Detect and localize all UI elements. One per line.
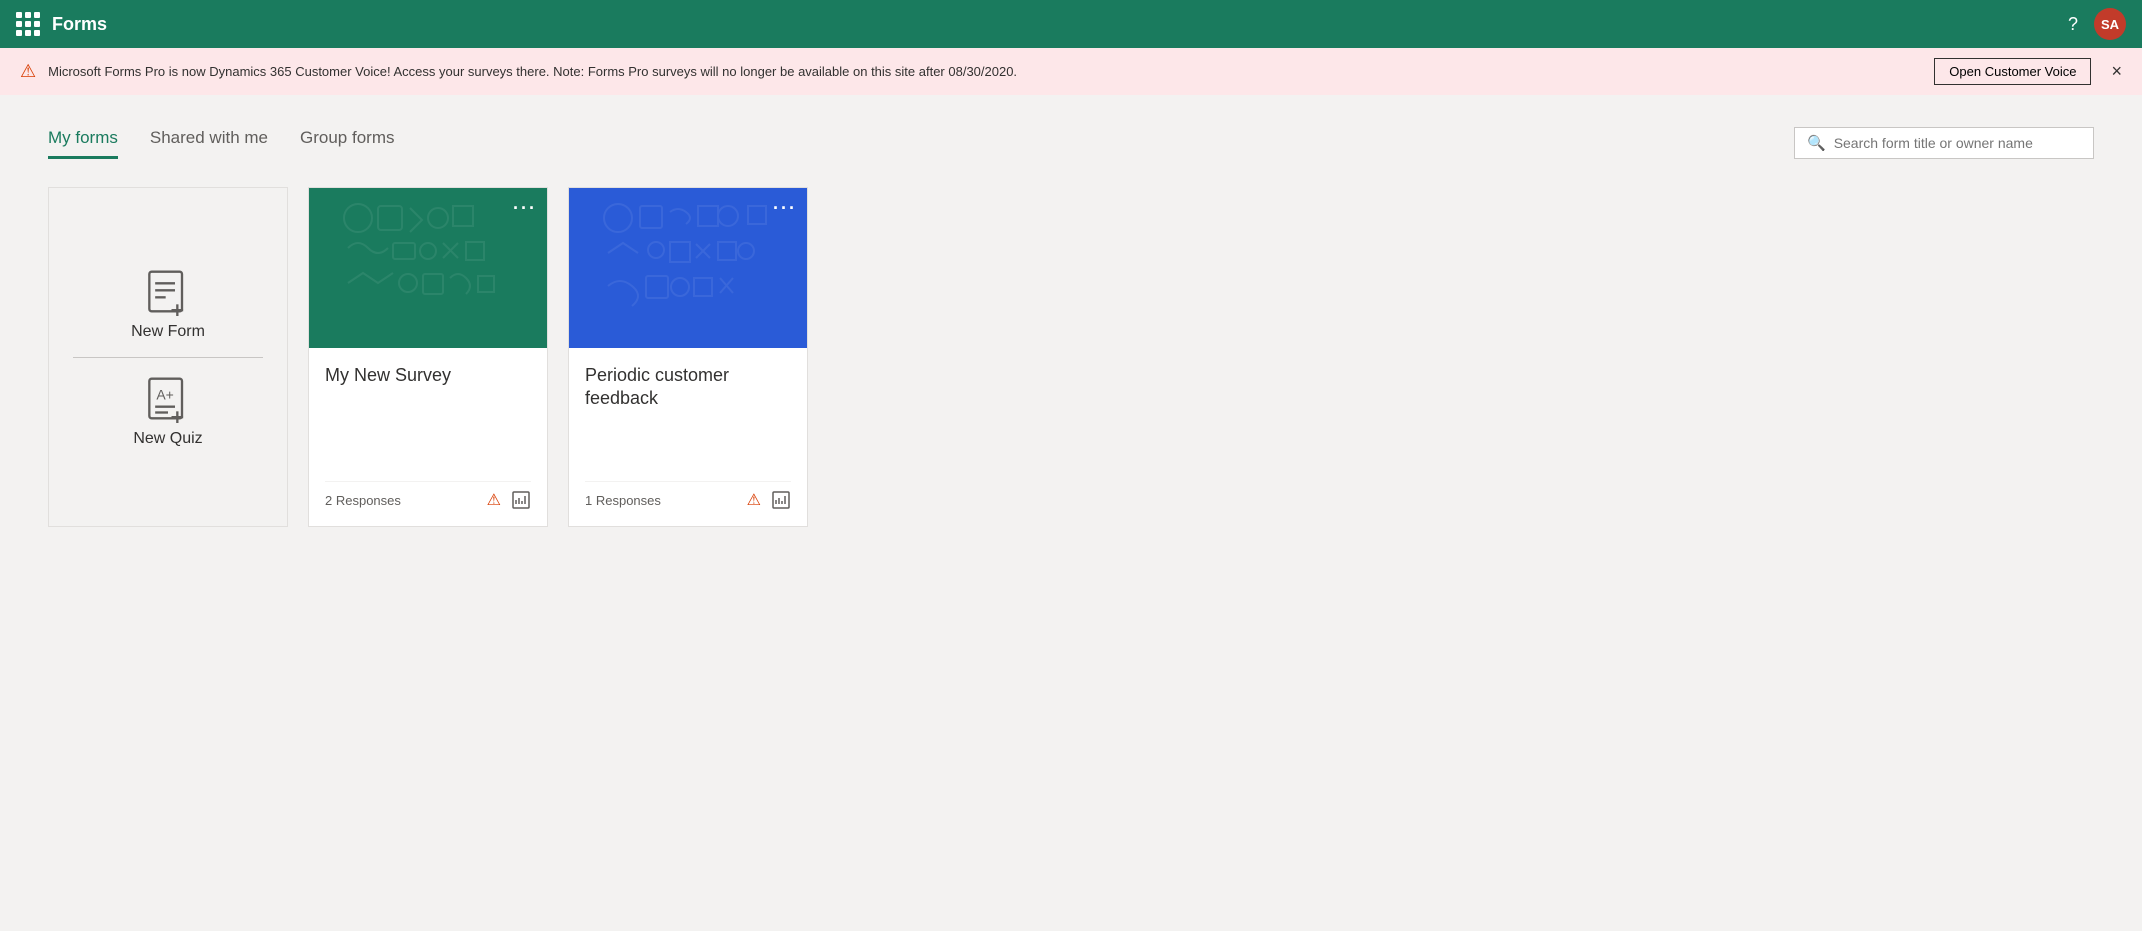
open-customer-voice-button[interactable]: Open Customer Voice xyxy=(1934,58,2091,85)
new-form-card[interactable]: New Form A+ New Quiz xyxy=(48,187,288,527)
chart-icon-2 xyxy=(771,490,791,510)
new-form-divider xyxy=(73,357,263,358)
card-header-pattern-2 xyxy=(569,188,807,348)
app-title: Forms xyxy=(52,14,107,35)
chart-icon-1 xyxy=(511,490,531,510)
tab-my-forms[interactable]: My forms xyxy=(48,128,118,159)
card-footer-icons-1: ⚠ xyxy=(487,490,531,510)
banner-message: Microsoft Forms Pro is now Dynamics 365 … xyxy=(48,64,1922,79)
waffle-menu-icon[interactable] xyxy=(16,12,40,36)
tabs-row: My forms Shared with me Group forms 🔍 xyxy=(48,127,2094,159)
new-form-icon xyxy=(140,267,196,323)
card-header-pattern-1 xyxy=(309,188,547,348)
card-warning-icon-1: ⚠ xyxy=(487,490,501,510)
help-icon[interactable]: ? xyxy=(2068,14,2078,35)
banner-close-button[interactable]: × xyxy=(2111,61,2122,82)
main-content: My forms Shared with me Group forms 🔍 Ne… xyxy=(0,95,2142,559)
card-title-survey-1: My New Survey xyxy=(325,364,531,387)
card-responses-survey-1: 2 Responses xyxy=(325,493,401,508)
tab-group-forms[interactable]: Group forms xyxy=(300,128,394,159)
card-header-teal: ··· xyxy=(309,188,547,348)
card-footer-survey-1: 2 Responses ⚠ xyxy=(325,481,531,510)
new-quiz-label: New Quiz xyxy=(133,430,202,448)
card-responses-survey-2: 1 Responses xyxy=(585,493,661,508)
forms-grid: New Form A+ New Quiz ··· xyxy=(48,187,2094,527)
card-body-survey-2: Periodic customer feedback 1 Responses ⚠ xyxy=(569,348,807,526)
avatar[interactable]: SA xyxy=(2094,8,2126,40)
search-box: 🔍 xyxy=(1794,127,2094,159)
top-navigation: Forms ? SA xyxy=(0,0,2142,48)
form-card-survey-1[interactable]: ··· xyxy=(308,187,548,527)
notification-banner: ⚠ Microsoft Forms Pro is now Dynamics 36… xyxy=(0,48,2142,95)
new-form-label: New Form xyxy=(131,323,205,341)
card-footer-icons-2: ⚠ xyxy=(747,490,791,510)
search-area: 🔍 xyxy=(1794,127,2094,159)
new-quiz-icon: A+ xyxy=(140,374,196,430)
card-footer-survey-2: 1 Responses ⚠ xyxy=(585,481,791,510)
topnav-right: ? SA xyxy=(2068,8,2126,40)
card-body-survey-1: My New Survey 2 Responses ⚠ xyxy=(309,348,547,526)
search-icon: 🔍 xyxy=(1807,134,1826,152)
search-input[interactable] xyxy=(1834,135,2081,151)
banner-warning-icon: ⚠ xyxy=(20,61,36,82)
card-header-blue: ··· xyxy=(569,188,807,348)
topnav-left: Forms xyxy=(16,12,107,36)
svg-text:A+: A+ xyxy=(156,386,174,402)
tab-shared-with-me[interactable]: Shared with me xyxy=(150,128,268,159)
form-card-survey-2[interactable]: ··· xyxy=(568,187,808,527)
card-title-survey-2: Periodic customer feedback xyxy=(585,364,791,411)
card-warning-icon-2: ⚠ xyxy=(747,490,761,510)
